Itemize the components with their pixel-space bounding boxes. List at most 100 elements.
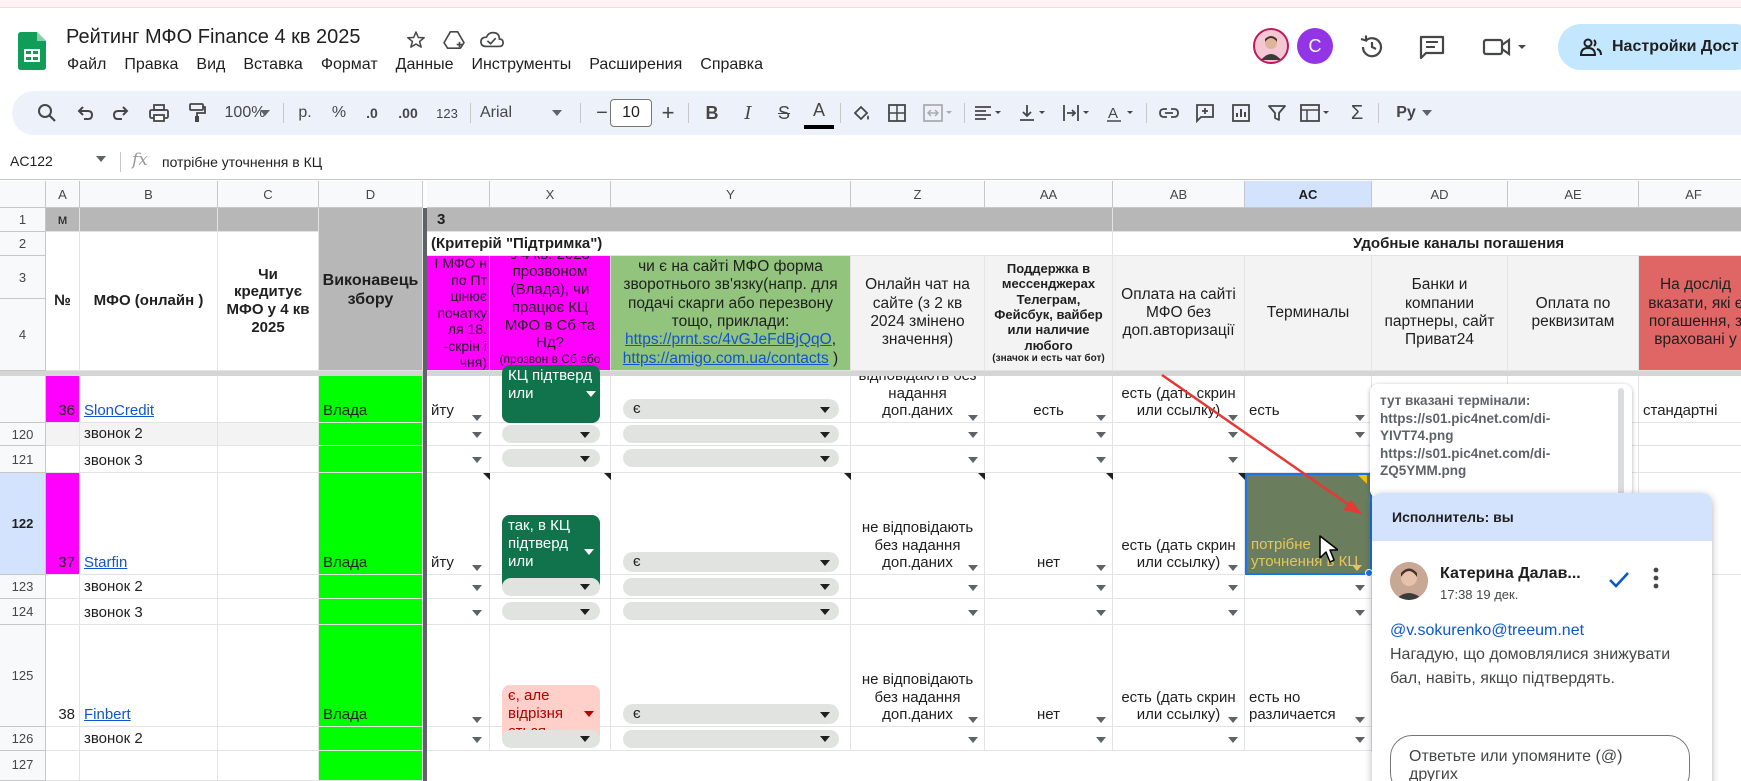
column-header-partial[interactable] — [427, 181, 490, 208]
row-header-124[interactable]: 124 — [0, 599, 46, 625]
column-header-ab[interactable]: AB — [1113, 181, 1245, 208]
fill-color-icon[interactable] — [846, 91, 876, 135]
dropdown-caret-icon[interactable] — [472, 432, 482, 438]
cell-w125[interactable] — [427, 625, 490, 727]
cell-ac123[interactable] — [1245, 575, 1372, 599]
empty-chip[interactable] — [623, 449, 839, 467]
cell-ac122-selected[interactable]: потрібне уточнення в КЦ — [1245, 473, 1372, 575]
menu-extensions[interactable]: Расширения — [580, 54, 691, 76]
header-mfo[interactable]: МФО (онлайн ) — [80, 232, 218, 371]
empty-chip[interactable] — [623, 425, 839, 443]
cell-z122[interactable]: не відповідають без надання доп.даних — [851, 473, 985, 575]
filter-icon[interactable] — [1262, 91, 1292, 135]
menu-format[interactable]: Формат — [312, 54, 387, 76]
share-button[interactable]: Настройки Дост — [1558, 24, 1741, 70]
cell-ac125[interactable]: есть но различается — [1245, 625, 1372, 727]
dropdown-caret-icon[interactable] — [1355, 717, 1365, 723]
cell-c120[interactable] — [218, 423, 319, 446]
cell-ab125[interactable]: есть (дать скрин или ссылку) — [1113, 625, 1245, 727]
column-header-af[interactable]: AF — [1639, 181, 1741, 208]
dropdown-caret-icon[interactable] — [472, 585, 482, 591]
vertical-align-icon[interactable] — [1014, 91, 1052, 135]
cell-a1[interactable]: м — [46, 208, 80, 232]
row-header-122[interactable]: 122 — [0, 473, 46, 575]
header-partial-col[interactable]: І МФО н по Пт цінює початку ля 18. -скрі… — [427, 256, 490, 371]
cell-b119[interactable]: SlonCredit — [80, 376, 218, 423]
payment-channels-header[interactable]: Удобные каналы погашения — [1113, 232, 1741, 256]
menu-edit[interactable]: Правка — [115, 54, 187, 76]
borders-icon[interactable] — [882, 91, 912, 135]
dropdown-caret-icon[interactable] — [1355, 585, 1365, 591]
print-icon[interactable] — [144, 91, 174, 135]
cell-a119[interactable]: 36 — [46, 376, 80, 423]
dropdown-caret-icon[interactable] — [1355, 415, 1365, 421]
merge-cells-icon[interactable] — [918, 91, 958, 135]
filter-views-icon[interactable] — [1296, 91, 1336, 135]
dropdown-caret-icon[interactable] — [1228, 737, 1238, 743]
chip-caret-icon[interactable] — [820, 407, 830, 413]
note-preview-card[interactable]: тут вказані термінали: https://s01.pic4n… — [1370, 384, 1632, 498]
cell-aa126[interactable] — [985, 727, 1113, 751]
row-header-1[interactable]: 1 — [0, 208, 46, 232]
paint-format-icon[interactable] — [182, 91, 212, 135]
dropdown-caret-icon[interactable] — [968, 737, 978, 743]
menu-view[interactable]: Вид — [187, 54, 234, 76]
format-currency-button[interactable]: р. — [292, 91, 318, 135]
column-header-c[interactable]: C — [218, 181, 319, 208]
cell-d120[interactable] — [319, 423, 423, 446]
cell-ac120[interactable] — [1245, 423, 1372, 446]
menu-tools[interactable]: Инструменты — [462, 54, 580, 76]
cell-ac121[interactable] — [1245, 446, 1372, 473]
format-percent-button[interactable]: % — [326, 91, 352, 135]
cell-a120[interactable] — [46, 423, 80, 446]
comment-reply-input[interactable]: Ответьте или упомяните (@) других — [1390, 735, 1690, 781]
cell-ab1[interactable] — [1113, 208, 1741, 232]
empty-chip[interactable] — [623, 730, 839, 748]
horizontal-align-icon[interactable] — [970, 91, 1008, 135]
cell-b124[interactable]: звонок 3 — [80, 599, 218, 625]
resolve-checkmark-icon[interactable] — [1608, 571, 1630, 594]
header-collector[interactable]: Виконавець збору — [319, 232, 423, 371]
menu-insert[interactable]: Вставка — [234, 54, 311, 76]
cell-d121[interactable] — [319, 446, 423, 473]
cell-aa125[interactable]: нет — [985, 625, 1113, 727]
value-chip-y122[interactable]: є — [623, 552, 839, 572]
cell-z126[interactable] — [851, 727, 985, 751]
cell-z125[interactable]: не відповідають без надання доп.даних — [851, 625, 985, 727]
formula-input[interactable]: потрібне уточнення в КЦ — [162, 154, 322, 170]
dropdown-caret-icon[interactable] — [968, 457, 978, 463]
chip-caret-icon[interactable] — [584, 549, 594, 555]
chip-caret-icon[interactable] — [820, 432, 830, 438]
more-options-icon[interactable] — [1652, 567, 1660, 594]
cell-ab124[interactable] — [1113, 599, 1245, 625]
more-formats-button[interactable]: 123 — [430, 91, 464, 135]
row-header-125[interactable]: 125 — [0, 625, 46, 727]
header-requisites[interactable]: Оплата по реквизитам — [1508, 256, 1639, 371]
cell-b120[interactable]: звонок 2 — [80, 423, 218, 446]
cell-z120[interactable] — [851, 423, 985, 446]
header-partner-banks[interactable]: Банки и компании партнеры, сайт Приват24 — [1372, 256, 1508, 371]
insert-link-icon[interactable] — [1154, 91, 1184, 135]
cell-d123[interactable] — [319, 575, 423, 599]
cell-c119[interactable] — [218, 376, 319, 423]
chip-caret-icon[interactable] — [820, 609, 830, 615]
cell-d124[interactable] — [319, 599, 423, 625]
cell-a126[interactable] — [46, 727, 80, 751]
cell-a123[interactable] — [46, 575, 80, 599]
mfo-link-finbert[interactable]: Finbert — [84, 706, 131, 724]
cell-a125[interactable]: 38 — [46, 625, 80, 727]
comments-icon[interactable] — [1417, 32, 1447, 62]
star-icon[interactable] — [404, 28, 428, 52]
column-header-z[interactable]: Z — [851, 181, 985, 208]
value-chip-y125[interactable]: є — [623, 704, 839, 724]
text-rotation-icon[interactable]: A — [1102, 91, 1140, 135]
comment-thread-card[interactable]: Исполнитель: вы Катерина Далав... 17:38 … — [1372, 493, 1712, 781]
cell-z123[interactable] — [851, 575, 985, 599]
column-header-d[interactable]: D — [319, 181, 423, 208]
version-history-icon[interactable] — [1357, 32, 1387, 62]
cell-ac126[interactable] — [1245, 727, 1372, 751]
strikethrough-button[interactable]: S — [770, 91, 798, 135]
cell-w122[interactable]: йту — [427, 473, 490, 575]
user-avatar-c[interactable]: C — [1297, 28, 1333, 64]
cell-d125[interactable]: Влада — [319, 625, 423, 727]
